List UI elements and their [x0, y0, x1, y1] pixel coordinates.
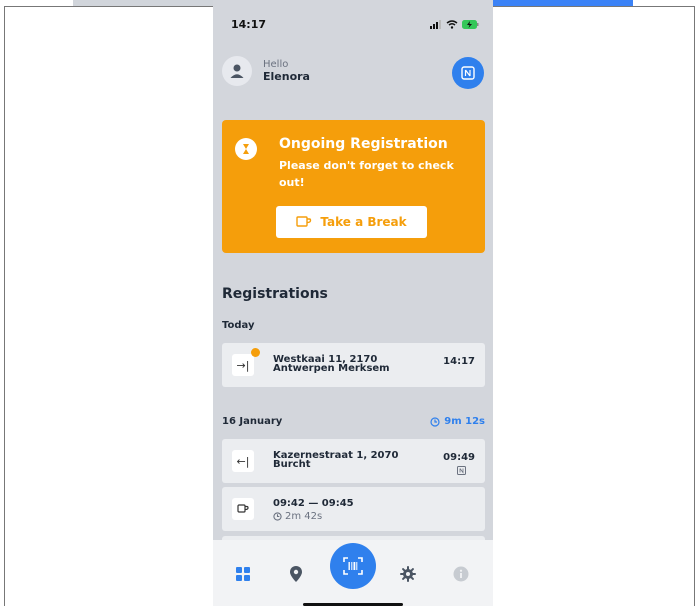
- battery-icon: [462, 20, 479, 29]
- day-label-today: Today: [222, 320, 255, 331]
- check-in-icon: →|: [232, 354, 254, 376]
- barcode-scan-icon: [343, 557, 363, 575]
- alert-title: Ongoing Registration: [279, 136, 448, 152]
- avatar[interactable]: [222, 56, 252, 86]
- break-duration: 2m 42s: [285, 511, 323, 522]
- registrations-title: Registrations: [222, 286, 328, 302]
- scan-button[interactable]: [330, 543, 376, 589]
- signal-icon: [430, 20, 441, 29]
- row-time: 14:17: [443, 356, 475, 367]
- bottom-nav: [213, 540, 493, 606]
- row-address: Westkaai 11, 2170 Antwerpen Merksem: [273, 355, 390, 374]
- check-out-icon: ←|: [232, 450, 254, 472]
- cup-icon: [232, 498, 254, 520]
- row-address-line2: Antwerpen Merksem: [273, 363, 390, 374]
- dashboard-icon[interactable]: [235, 566, 251, 582]
- location-pin-icon[interactable]: [288, 566, 304, 582]
- day-duration: 9m 12s: [430, 416, 485, 427]
- nfc-small-icon: [457, 466, 467, 475]
- greeting: Hello Elenora: [222, 56, 310, 86]
- break-duration-line: 2m 42s: [273, 511, 354, 522]
- day-duration-value: 9m 12s: [444, 416, 485, 427]
- row-address-line2: Burcht: [273, 459, 311, 470]
- info-icon[interactable]: [453, 566, 469, 582]
- registration-row[interactable]: ←| Kazernestraat 1, 2070 Burcht 09:49: [222, 439, 485, 483]
- day-label-16-january: 16 January: [222, 416, 283, 427]
- cup-icon: [296, 216, 312, 227]
- row-address: Kazernestraat 1, 2070 Burcht: [273, 451, 398, 470]
- break-range: 09:42 — 09:45: [273, 498, 354, 509]
- clock-icon: [430, 416, 440, 427]
- greeting-text: Hello Elenora: [263, 59, 310, 83]
- user-icon: [230, 64, 244, 78]
- nfc-button[interactable]: [452, 57, 484, 89]
- wifi-icon: [446, 20, 458, 29]
- phone-screen: 14:17 Hello Elenora Ongoing Registration…: [213, 0, 493, 606]
- take-break-button[interactable]: Take a Break: [276, 206, 427, 238]
- status-icons: [430, 20, 479, 29]
- active-dot: [251, 348, 260, 357]
- row-time-value: 09:49: [443, 452, 475, 463]
- ongoing-registration-card: Ongoing Registration Please don't forget…: [222, 120, 485, 253]
- nfc-icon: [461, 66, 475, 80]
- alert-message: Please don't forget to check out!: [279, 159, 454, 189]
- greeting-name: Elenora: [263, 70, 310, 83]
- clock-icon: [273, 512, 282, 521]
- break-text: 09:42 — 09:45 2m 42s: [273, 498, 354, 522]
- status-bar: 14:17: [213, 18, 493, 36]
- take-break-label: Take a Break: [320, 215, 407, 229]
- registration-row[interactable]: →| Westkaai 11, 2170 Antwerpen Merksem 1…: [222, 343, 485, 387]
- hourglass-icon: [235, 138, 257, 160]
- break-row[interactable]: 09:42 — 09:45 2m 42s: [222, 487, 485, 531]
- frame-left-line: [4, 6, 5, 606]
- row-time: 09:49: [443, 452, 475, 475]
- settings-gear-icon[interactable]: [400, 566, 416, 582]
- status-time: 14:17: [231, 18, 267, 31]
- frame-right-line: [694, 6, 695, 606]
